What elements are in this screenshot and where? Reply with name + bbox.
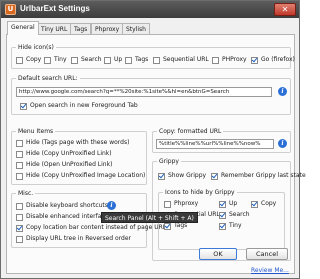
- reversed-url-tree-checkbox[interactable]: Display URL tree in Reversed order: [16, 235, 131, 243]
- title-bar: U UrlbarExt Settings ✕: [1, 1, 299, 18]
- hide-open-unproxified-link-checkbox[interactable]: Hide (Open UnProxified Link): [16, 161, 112, 169]
- info-icon[interactable]: i: [107, 201, 116, 210]
- hide-tags-page-checkbox[interactable]: Hide (Tags page with these words): [16, 139, 129, 147]
- close-button[interactable]: ✕: [274, 3, 296, 16]
- tab-tiny-url[interactable]: Tiny URL: [37, 23, 72, 34]
- default-search-legend: Default search URL:: [16, 75, 80, 83]
- search-panel-tooltip: Search Panel (Alt + Shift + A): [101, 212, 198, 223]
- default-search-group: Default search URL: http://www.google.co…: [11, 75, 291, 115]
- remember-grippy-checkbox[interactable]: Remember Grippy last state: [211, 172, 306, 180]
- hide-go-checkbox[interactable]: Go (firefox): [251, 56, 295, 64]
- hide-copy-checkbox[interactable]: Copy: [16, 56, 41, 64]
- grippy-tiny-checkbox[interactable]: Tiny: [219, 222, 242, 230]
- info-icon[interactable]: i: [278, 87, 287, 96]
- grippy-copy-checkbox[interactable]: Copy: [251, 200, 276, 208]
- grippy-legend: Grippy: [157, 158, 181, 166]
- search-url-field[interactable]: http://www.google.com/search?q=**%20site…: [16, 87, 272, 97]
- formatted-url-field[interactable]: %title%%line%%url%%line%%now%: [156, 139, 274, 149]
- disable-shortcuts-checkbox[interactable]: Disable keyboard shortcuts: [16, 202, 108, 210]
- grippy-group: Grippy Show Grippy Remember Grippy last …: [152, 158, 306, 261]
- copy-location-bar-checkbox[interactable]: Copy location bar content instead of pag…: [16, 224, 166, 232]
- hide-copy-unproxified-link-checkbox[interactable]: Hide (Copy UnProxified Link): [16, 150, 112, 158]
- hide-tags-checkbox[interactable]: Tags: [125, 56, 148, 64]
- review-me-link[interactable]: Review Me...: [251, 267, 289, 274]
- window-title: UrlbarExt Settings: [20, 4, 90, 13]
- menu-items-legend: Menu Items: [16, 128, 56, 136]
- hide-tiny-checkbox[interactable]: Tiny: [44, 56, 67, 64]
- grippy-up-checkbox[interactable]: Up: [219, 200, 237, 208]
- cancel-button[interactable]: Cancel: [246, 248, 288, 260]
- hide-icons-legend: Hide icon(s): [16, 44, 56, 52]
- menu-items-group: Menu Items Hide (Tags page with these wo…: [11, 128, 147, 185]
- hide-search-checkbox[interactable]: Search: [71, 56, 102, 64]
- settings-window: U UrlbarExt Settings ✕ General Tiny URL …: [0, 0, 306, 279]
- hide-phproxy-checkbox[interactable]: PHProxy: [212, 56, 247, 64]
- copy-formatted-group: Copy: formatted URL %title%%line%%url%%l…: [152, 128, 291, 153]
- hide-icons-group: Hide icon(s) Copy Tiny Search Up Tags Se…: [11, 44, 295, 69]
- grippy-search-checkbox[interactable]: Search: [219, 211, 250, 219]
- grippy-phproxy-checkbox[interactable]: Phproxy: [164, 200, 198, 208]
- app-icon: U: [5, 4, 16, 15]
- show-grippy-checkbox[interactable]: Show Grippy: [158, 172, 206, 180]
- tab-tags[interactable]: Tags: [70, 23, 92, 34]
- tab-general[interactable]: General: [7, 21, 39, 35]
- misc-legend: Misc.: [16, 190, 36, 198]
- open-new-tab-checkbox[interactable]: Open search in new Foreground Tab: [20, 102, 138, 110]
- hide-copy-unproxified-image-checkbox[interactable]: Hide (Copy UnProxified Image Location): [16, 172, 145, 180]
- general-panel: Hide icon(s) Copy Tiny Search Up Tags Se…: [6, 34, 306, 274]
- hide-sequential-url-checkbox[interactable]: Sequential URL: [153, 56, 209, 64]
- tab-stylish[interactable]: Stylish: [122, 23, 150, 34]
- info-icon[interactable]: i: [278, 139, 287, 148]
- disable-enhanced-interface-checkbox[interactable]: Disable enhanced interface: [16, 213, 108, 221]
- ok-button[interactable]: OK: [199, 248, 237, 260]
- copy-formatted-legend: Copy: formatted URL: [157, 128, 224, 136]
- tab-phproxy[interactable]: Phproxy: [91, 23, 124, 34]
- hide-up-checkbox[interactable]: Up: [104, 56, 122, 64]
- grippy-icons-legend: Icons to hide by Grippy: [163, 189, 237, 197]
